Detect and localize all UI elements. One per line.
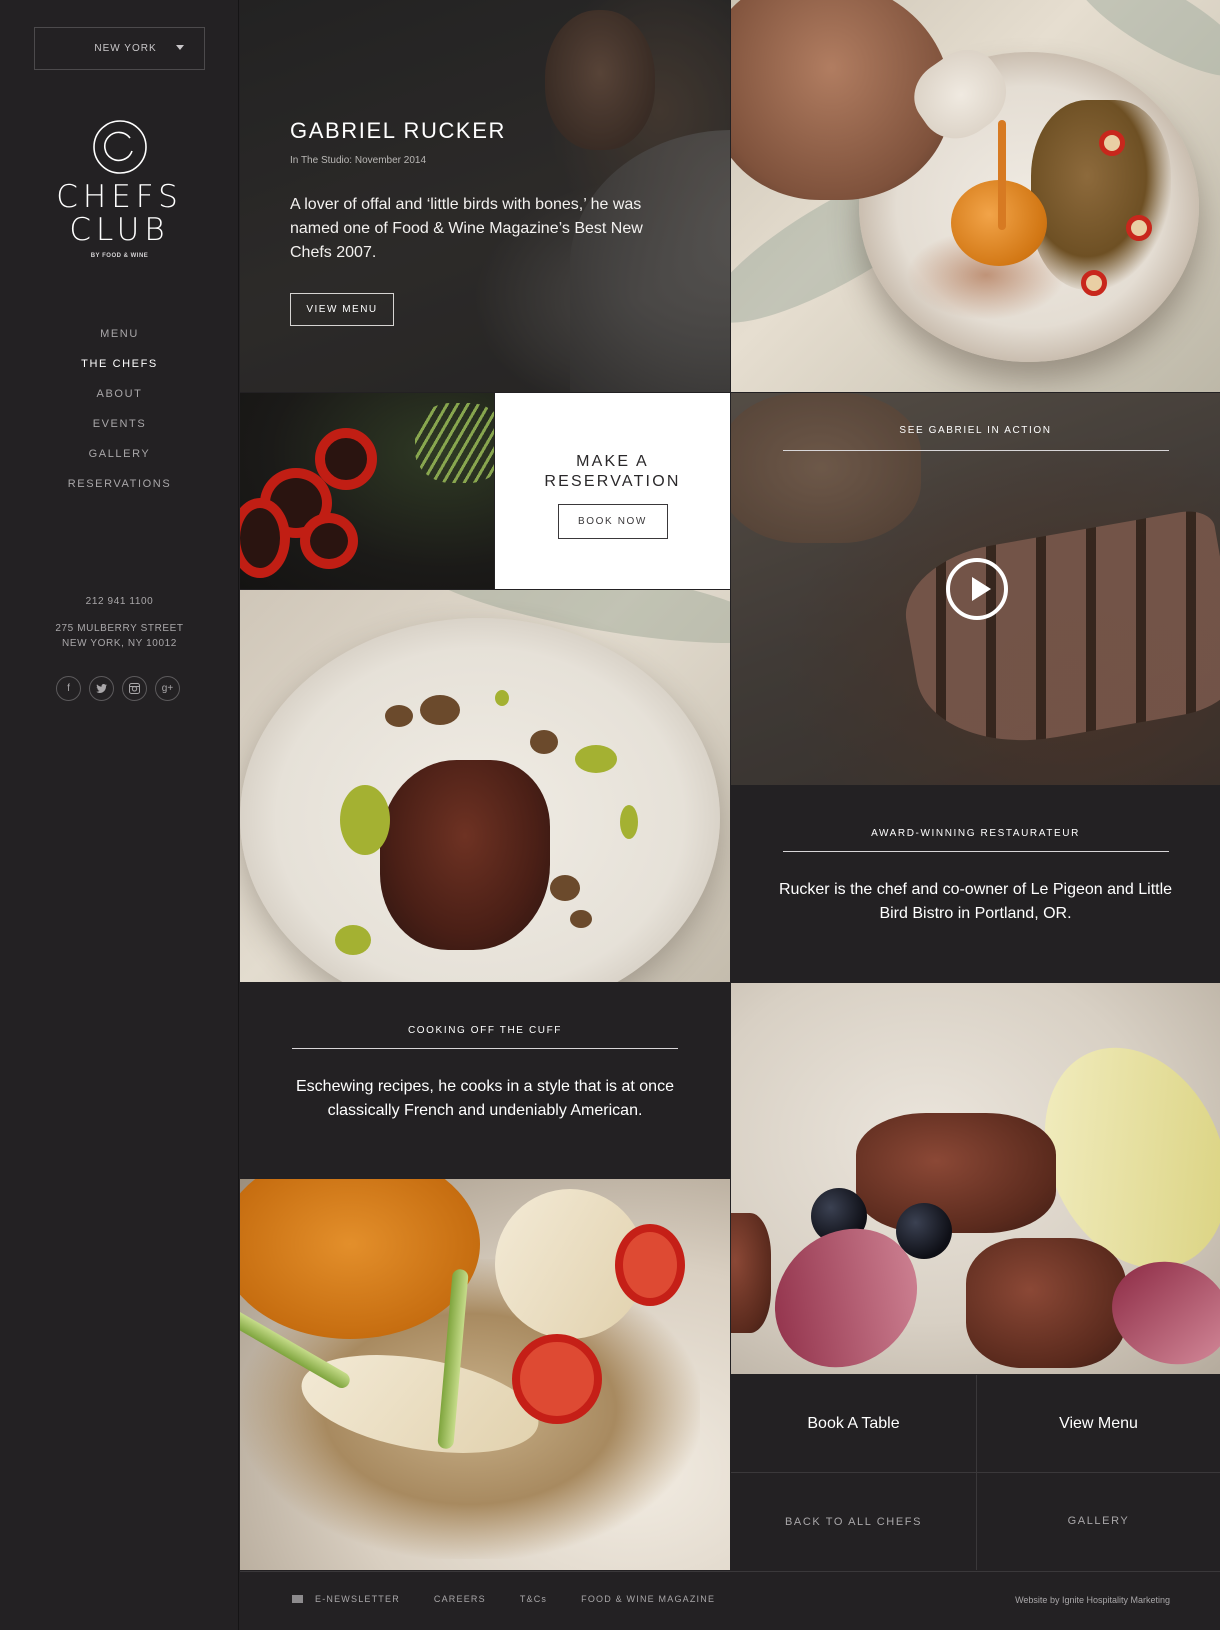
mail-icon [292, 1595, 303, 1603]
chef-description: A lover of offal and ‘little birds with … [290, 196, 643, 261]
footer-links: E-NEWSLETTER CAREERS T&Cs FOOD & WINE MA… [292, 1594, 749, 1604]
footer-link-terms[interactable]: T&Cs [520, 1594, 547, 1604]
nav-item-events[interactable]: EVENTS [0, 416, 239, 446]
award-panel: AWARD-WINNING RESTAURATEUR Rucker is the… [731, 786, 1220, 982]
award-kicker: AWARD-WINNING RESTAURATEUR [871, 828, 1080, 839]
footer-link-food-wine[interactable]: FOOD & WINE MAGAZINE [581, 1594, 715, 1604]
facebook-icon[interactable]: f [56, 676, 81, 701]
google-plus-icon[interactable]: g+ [155, 676, 180, 701]
nav-item-reservations[interactable]: RESERVATIONS [0, 476, 239, 506]
logo-byline: BY FOOD & WINE [90, 253, 149, 259]
chef-subtitle: In The Studio: November 2014 [290, 155, 427, 166]
award-rule [782, 851, 1169, 852]
nav-item-menu[interactable]: MENU [0, 326, 239, 356]
cuff-rule [292, 1048, 678, 1049]
logo-wordmark-line2: CLUB [69, 212, 170, 248]
social-links: f g+ [56, 676, 180, 701]
reservation-title-line1: MAKE A [576, 453, 649, 470]
nav-item-about[interactable]: ABOUT [0, 386, 239, 416]
photo-peppers [240, 393, 494, 589]
video-kicker-rule [783, 450, 1169, 451]
view-menu-link[interactable]: View Menu [977, 1375, 1220, 1472]
cuff-text: Eschewing recipes, he cooks in a style t… [296, 1078, 674, 1119]
city-select-label: NEW YORK [94, 43, 157, 54]
award-text: Rucker is the chef and co-owner of Le Pi… [778, 881, 1173, 922]
cuff-panel: COOKING OFF THE CUFF Eschewing recipes, … [240, 983, 730, 1178]
play-icon[interactable] [946, 558, 1008, 620]
reservation-panel: MAKE A RESERVATION BOOK NOW [495, 393, 730, 589]
footer: E-NEWSLETTER CAREERS T&Cs FOOD & WINE MA… [240, 1571, 1220, 1630]
footer-link-newsletter[interactable]: E-NEWSLETTER [315, 1594, 400, 1604]
reservation-title-line2: RESERVATION [544, 473, 681, 490]
view-menu-button[interactable]: VIEW MENU [290, 293, 394, 326]
nav-item-gallery[interactable]: GALLERY [0, 446, 239, 476]
city-select[interactable]: NEW YORK [34, 27, 205, 70]
chevron-down-icon [176, 45, 184, 50]
gallery-link[interactable]: GALLERY [977, 1473, 1220, 1568]
nav-item-the-chefs[interactable]: THE CHEFS [0, 356, 239, 386]
cta-divider-horizontal [731, 1472, 1220, 1473]
instagram-icon[interactable] [122, 676, 147, 701]
footer-credit[interactable]: Website by Ignite Hospitality Marketing [1015, 1595, 1170, 1605]
back-to-all-chefs-link[interactable]: BACK TO ALL CHEFS [731, 1473, 976, 1570]
photo-pouring-sauce [731, 0, 1220, 392]
video-kicker: SEE GABRIEL IN ACTION [899, 425, 1052, 436]
book-table-link[interactable]: Book A Table [731, 1375, 976, 1472]
book-now-button[interactable]: BOOK NOW [557, 504, 668, 539]
phone-number[interactable]: 212 941 1100 [0, 596, 239, 607]
photo-salad-closeup [240, 1179, 730, 1570]
twitter-icon[interactable] [89, 676, 114, 701]
photo-duck-plate [240, 590, 730, 982]
footer-link-careers[interactable]: CAREERS [434, 1594, 486, 1604]
sidebar: NEW YORK CHEFS CLUB BY FOOD & WINE MENU … [0, 0, 239, 1630]
chefs-club-logo[interactable]: CHEFS CLUB BY FOOD & WINE [0, 118, 239, 259]
chef-hero: GABRIEL RUCKER In The Studio: November 2… [240, 0, 730, 392]
logo-ring-icon [92, 120, 147, 174]
reservation-title: MAKE A RESERVATION [495, 452, 730, 492]
chef-name: GABRIEL RUCKER [290, 118, 506, 143]
contact-info: 212 941 1100 275 MULBERRY STREET NEW YOR… [0, 596, 239, 651]
main-nav: MENU THE CHEFS ABOUT EVENTS GALLERY RESE… [0, 326, 239, 506]
address-line-1: 275 MULBERRY STREET [55, 623, 184, 634]
address: 275 MULBERRY STREET NEW YORK, NY 10012 [0, 621, 239, 651]
logo-wordmark-line1: CHEFS [56, 179, 183, 215]
cuff-kicker: COOKING OFF THE CUFF [407, 1025, 563, 1036]
photo-steak-plate [731, 983, 1220, 1374]
address-line-2: NEW YORK, NY 10012 [62, 638, 177, 649]
